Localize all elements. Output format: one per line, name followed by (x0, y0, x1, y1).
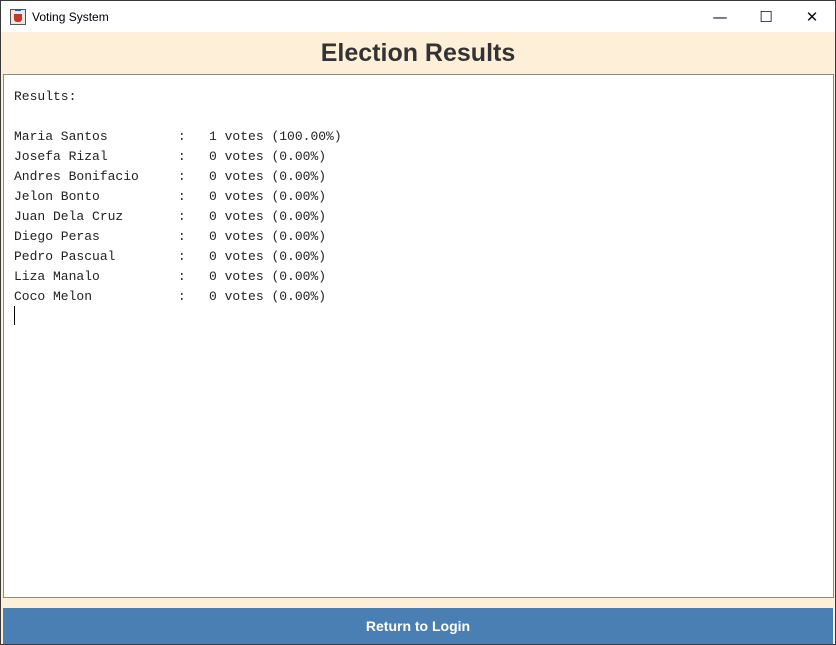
minimize-button[interactable]: — (697, 1, 743, 32)
java-app-icon (10, 8, 26, 25)
window-title: Voting System (32, 9, 109, 24)
close-button[interactable]: ✕ (789, 1, 835, 32)
return-to-login-button[interactable]: Return to Login (3, 608, 833, 644)
footer-spacer (1, 598, 835, 608)
window-controls: — ☐ ✕ (697, 1, 835, 32)
maximize-button[interactable]: ☐ (743, 1, 789, 32)
results-text: Results: Maria Santos : 1 votes (100.00%… (14, 89, 342, 304)
title-bar[interactable]: Voting System — ☐ ✕ (1, 1, 835, 32)
page-title: Election Results (320, 38, 516, 67)
app-window: Voting System — ☐ ✕ Election Results Res… (0, 0, 836, 645)
text-cursor (14, 306, 15, 325)
header-panel: Election Results (1, 32, 835, 74)
results-text-area[interactable]: Results: Maria Santos : 1 votes (100.00%… (3, 74, 834, 598)
